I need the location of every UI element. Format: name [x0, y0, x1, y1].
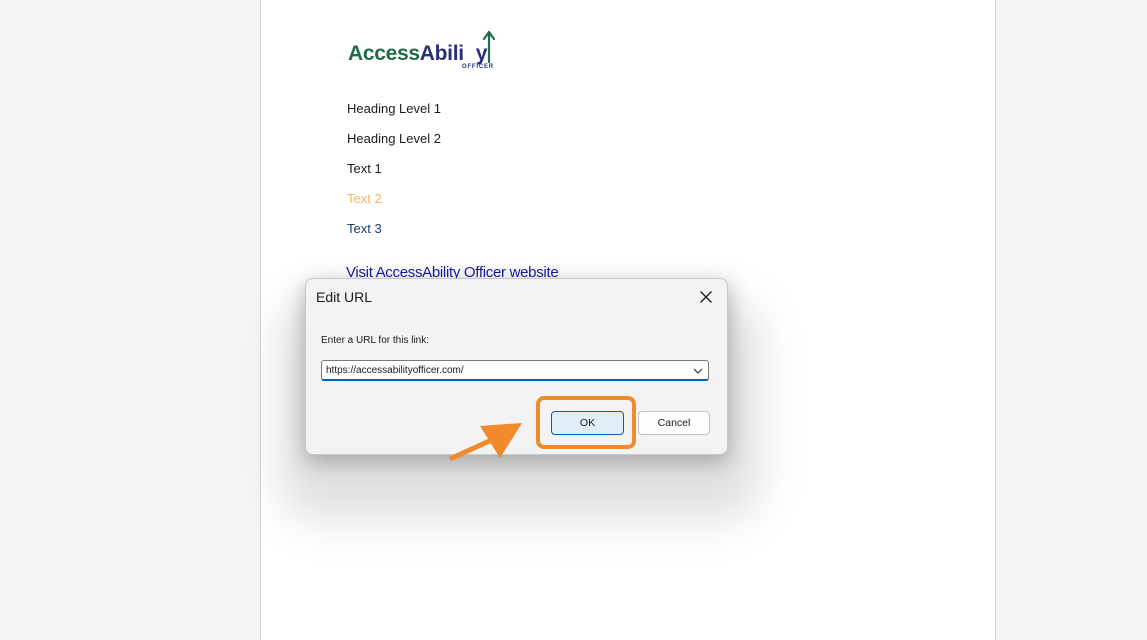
text-1: Text 1 — [347, 161, 382, 176]
chevron-down-icon[interactable] — [692, 365, 704, 377]
ok-button[interactable]: OK — [551, 411, 624, 435]
heading-level-2: Heading Level 2 — [347, 131, 441, 146]
logo-name-part2: Abili — [419, 42, 464, 65]
accessability-officer-logo: AccessAbili y OFFICER — [348, 30, 518, 74]
logo-wordmark: AccessAbili y — [348, 42, 487, 66]
pointer-arrow-icon — [449, 423, 522, 461]
logo-up-arrow-icon — [482, 30, 496, 64]
dialog-title: Edit URL — [316, 289, 373, 305]
logo-name-part1: Access — [348, 42, 420, 65]
text-3: Text 3 — [347, 221, 382, 236]
cancel-button[interactable]: Cancel — [638, 411, 710, 435]
close-icon — [700, 291, 712, 303]
close-button[interactable] — [693, 285, 719, 309]
url-prompt-label: Enter a URL for this link: — [321, 335, 430, 346]
heading-level-1: Heading Level 1 — [347, 101, 441, 116]
url-input[interactable] — [322, 361, 691, 380]
logo-subtitle: OFFICER — [462, 64, 494, 70]
url-combobox[interactable] — [321, 360, 709, 381]
text-2: Text 2 — [347, 191, 382, 206]
